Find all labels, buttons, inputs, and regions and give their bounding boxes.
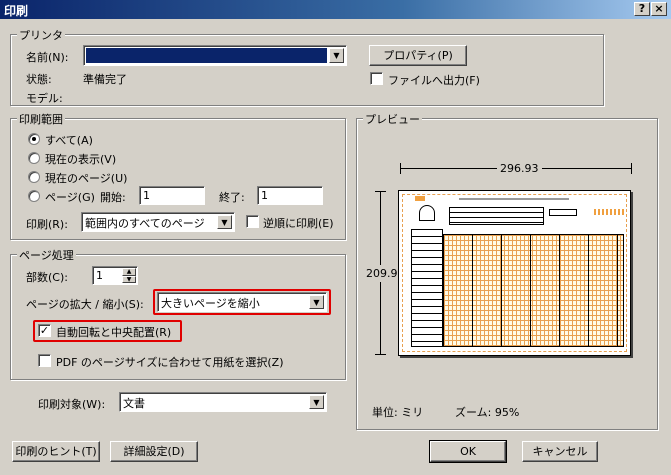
preview-stamp-row: [594, 209, 624, 215]
preview-row-labels: [411, 229, 443, 347]
ok-button[interactable]: OK: [429, 440, 507, 463]
copies-value: 1: [96, 269, 103, 282]
print-range-group-label: 印刷範囲: [17, 111, 65, 127]
title-bar: 印刷: [0, 0, 671, 19]
preview-page: [398, 190, 631, 356]
copies-spinner[interactable]: ▲ ▼: [122, 268, 136, 283]
printer-status-label: 状態:: [26, 73, 52, 86]
preview-group-label: プレビュー: [363, 111, 422, 127]
width-dimension-tick-right: [631, 163, 632, 174]
radio-current-view-label: 現在の表示(V): [45, 153, 117, 166]
advanced-button[interactable]: 詳細設定(D): [110, 441, 198, 462]
width-dimension-tick-left: [400, 163, 401, 174]
width-dimension-label: 296.93: [497, 162, 542, 175]
properties-button[interactable]: プロパティ(P): [369, 45, 467, 66]
printer-name-value: [86, 48, 327, 63]
end-page-input[interactable]: 1: [257, 186, 323, 205]
chevron-down-icon[interactable]: ▼: [329, 48, 344, 63]
radio-all[interactable]: [28, 133, 40, 145]
copies-input[interactable]: 1 ▲ ▼: [92, 266, 138, 285]
help-button[interactable]: ?: [634, 2, 650, 16]
chevron-down-icon[interactable]: ▼: [309, 395, 324, 409]
print-subset-dropdown[interactable]: 範囲内のすべてのページ ▼: [81, 212, 235, 232]
page-handling-group-label: ページ処理: [17, 247, 76, 263]
printer-group-label: プリンタ: [17, 27, 65, 43]
print-what-value: 文書: [123, 397, 145, 410]
close-button[interactable]: ×: [651, 2, 667, 16]
printer-status-value: 準備完了: [83, 73, 127, 86]
height-dimension-tick-top: [375, 191, 386, 192]
print-hint-button[interactable]: 印刷のヒント(T): [12, 441, 100, 462]
scaling-value: 大きいページを縮小: [161, 297, 260, 310]
radio-current-page-label: 現在のページ(U): [45, 172, 128, 185]
print-subset-value: 範囲内のすべてのページ: [85, 217, 205, 230]
scaling-label: ページの拡大 / 縮小(S):: [26, 298, 144, 311]
window-title: 印刷: [4, 4, 29, 18]
preview-stamp-mark: [419, 205, 435, 221]
preview-header-box: [449, 207, 544, 225]
end-page-label: 終了:: [219, 191, 245, 204]
print-to-file-checkbox[interactable]: [370, 72, 383, 85]
copies-label: 部数(C):: [26, 271, 68, 284]
preview-zoom: ズーム: 95%: [455, 406, 520, 419]
start-page-input[interactable]: 1: [139, 186, 205, 205]
spin-up-icon[interactable]: ▲: [122, 268, 136, 276]
radio-current-page[interactable]: [28, 171, 40, 183]
chevron-down-icon[interactable]: ▼: [217, 215, 232, 229]
printer-name-dropdown[interactable]: ▼: [83, 45, 347, 66]
radio-pages[interactable]: [28, 190, 40, 202]
chevron-down-icon[interactable]: ▼: [309, 295, 324, 309]
print-to-file-label: ファイルへ出力(F): [388, 74, 480, 87]
preview-column-dividers: [443, 229, 624, 347]
scaling-dropdown[interactable]: 大きいページを縮小 ▼: [157, 292, 327, 312]
reverse-order-label: 逆順に印刷(E): [263, 217, 334, 230]
auto-rotate-label: 自動回転と中央配置(R): [56, 326, 172, 339]
radio-pages-label: ページ(G): [45, 191, 95, 204]
pdf-page-size-checkbox[interactable]: [38, 354, 51, 367]
print-what-label: 印刷対象(W):: [38, 398, 106, 411]
radio-all-label: すべて(A): [45, 134, 93, 147]
print-what-dropdown[interactable]: 文書 ▼: [119, 392, 327, 412]
preview-logo-mark: [415, 196, 425, 201]
preview-units: 単位: ミリ: [372, 406, 424, 419]
radio-current-view[interactable]: [28, 152, 40, 164]
preview-column-header: [443, 229, 624, 235]
cancel-button[interactable]: キャンセル: [522, 441, 598, 462]
pdf-page-size-label: PDF のページサイズに合わせて用紙を選択(Z): [56, 356, 284, 369]
preview-small-box: [549, 209, 577, 216]
printer-model-label: モデル:: [26, 92, 63, 105]
auto-rotate-checkbox[interactable]: ✓: [38, 324, 51, 337]
start-page-label: 開始:: [100, 191, 126, 204]
spin-down-icon[interactable]: ▼: [122, 275, 136, 283]
height-dimension-tick-bottom: [375, 354, 386, 355]
preview-title-line: [459, 198, 569, 200]
printer-name-label: 名前(N):: [26, 51, 69, 64]
reverse-order-checkbox[interactable]: [246, 215, 259, 228]
print-subset-label: 印刷(R):: [26, 218, 68, 231]
